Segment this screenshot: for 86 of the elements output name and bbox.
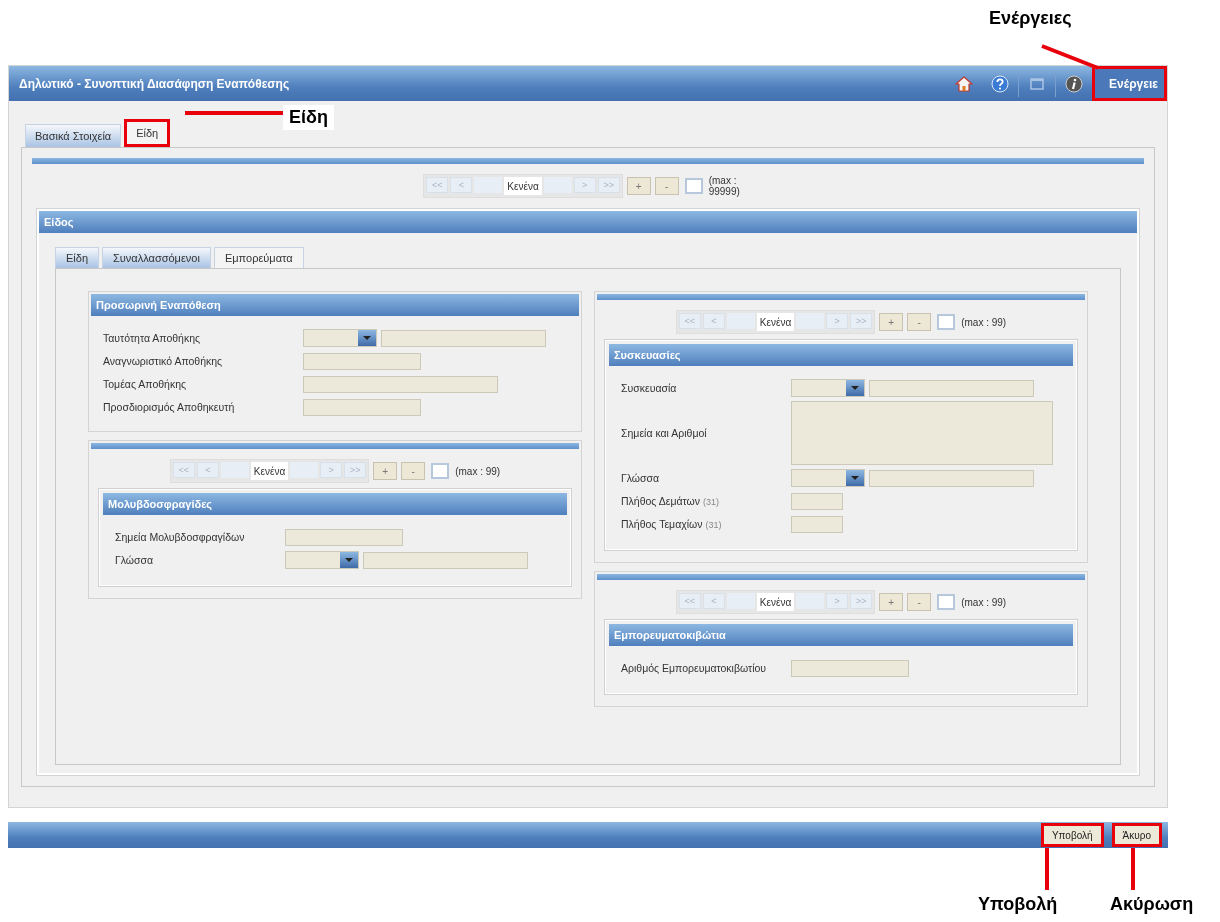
- form-button[interactable]: Άκυρο: [1111, 823, 1162, 847]
- field-label: Αριθμός Εμπορευματοκιβωτίου: [621, 662, 768, 674]
- pager-button[interactable]: >: [826, 313, 849, 329]
- page-field[interactable]: [937, 594, 956, 610]
- text-field[interactable]: [869, 379, 1034, 397]
- pager-button[interactable]: >: [573, 177, 596, 193]
- section-header: Προσωρινή Εναπόθεση: [91, 294, 579, 316]
- leader-line: [1045, 848, 1049, 890]
- pager-button[interactable]: <<: [172, 462, 195, 478]
- page-slot: [474, 177, 503, 193]
- field-label: Σημεία και Αριθμοί: [621, 427, 708, 439]
- tab[interactable]: Είδη: [124, 119, 171, 147]
- text-field[interactable]: [303, 398, 421, 416]
- pager-button[interactable]: >>: [850, 313, 873, 329]
- leader-line: [1131, 848, 1135, 890]
- field-label: Συσκευασία: [621, 382, 678, 394]
- text-field[interactable]: [285, 528, 403, 546]
- field-label: Πλήθος Δεμάτων (31): [621, 495, 720, 507]
- dropdown[interactable]: [303, 329, 377, 347]
- field-label: Γλώσσα: [621, 472, 661, 484]
- section-header: Εμπορευματοκιβώτια: [609, 624, 1073, 646]
- text-field[interactable]: [381, 329, 546, 347]
- text-field[interactable]: [791, 659, 909, 677]
- pager-button[interactable]: +: [373, 462, 398, 480]
- info-icon[interactable]: [1065, 74, 1084, 93]
- pager-button[interactable]: +: [879, 593, 904, 611]
- field-label: Προσδιορισμός Αποθηκευτή: [103, 401, 236, 413]
- max-label: (max : 99): [455, 465, 501, 477]
- home-icon[interactable]: [955, 74, 974, 93]
- max-label: (max : 99999): [708, 175, 741, 197]
- pager-button[interactable]: >: [320, 462, 343, 478]
- pager-button[interactable]: -: [907, 313, 932, 331]
- dropdown[interactable]: [791, 379, 865, 397]
- text-field[interactable]: [791, 515, 843, 533]
- pager-button[interactable]: <: [196, 462, 219, 478]
- pager-button[interactable]: >: [826, 593, 849, 609]
- field-label: Πλήθος Τεμαχίων (31): [621, 518, 723, 530]
- pager-current: Κενένα: [250, 462, 289, 480]
- field-label: Σημεία Μολυβδοσφραγίδων: [115, 531, 246, 543]
- leader-line: [1040, 44, 1100, 70]
- max-label: (max : 99): [961, 316, 1007, 328]
- tab[interactable]: Συναλλασσόμενοι: [102, 247, 211, 268]
- max-label: (max : 99): [961, 596, 1007, 608]
- tab[interactable]: Βασικά Στοιχεία: [25, 124, 122, 147]
- pager-button[interactable]: <<: [426, 177, 449, 193]
- section-header: Συσκευασίες: [609, 344, 1073, 366]
- field-label: Αναγνωριστικό Αποθήκης: [103, 355, 224, 367]
- pager-button[interactable]: +: [626, 177, 651, 195]
- pager-button[interactable]: <: [702, 313, 725, 329]
- field-label: Ταυτότητα Αποθήκης: [103, 332, 202, 344]
- pager-button[interactable]: +: [879, 313, 904, 331]
- pager-button[interactable]: -: [401, 462, 426, 480]
- dropdown[interactable]: [791, 469, 865, 487]
- text-field[interactable]: [303, 375, 498, 393]
- pager-current: Κενένα: [504, 177, 542, 195]
- page-field[interactable]: [937, 314, 956, 330]
- tab[interactable]: Είδη: [55, 247, 100, 268]
- page-slot: [543, 177, 572, 193]
- field-label: Γλώσσα: [115, 554, 155, 566]
- pager-button[interactable]: >>: [597, 177, 620, 193]
- dropdown[interactable]: [285, 551, 359, 569]
- pager-button[interactable]: <<: [678, 593, 701, 609]
- pager-current: Κενένα: [756, 313, 795, 331]
- field-label: Τομέας Αποθήκης: [103, 378, 188, 390]
- text-field[interactable]: [303, 352, 421, 370]
- pager-button[interactable]: >>: [344, 462, 367, 478]
- pager-button[interactable]: <: [702, 593, 725, 609]
- tab[interactable]: Εμπορεύματα: [213, 247, 304, 268]
- page-field[interactable]: [684, 178, 703, 194]
- pager-button[interactable]: >>: [850, 593, 873, 609]
- form-button[interactable]: Υποβολή: [1040, 823, 1104, 847]
- section-header: Μολυβδοσφραγίδες: [103, 493, 567, 515]
- section-header: Είδος: [39, 211, 1137, 233]
- actions-button[interactable]: Ενέργειε: [1092, 66, 1167, 101]
- text-field[interactable]: [869, 469, 1034, 487]
- page-field[interactable]: [431, 463, 450, 479]
- pager-button[interactable]: -: [907, 593, 932, 611]
- callout-label: Είδη: [283, 105, 334, 130]
- window-title: Δηλωτικό - Συνοπτική Διασάφηση Εναπόθεσης: [18, 76, 291, 91]
- text-field[interactable]: [363, 551, 528, 569]
- pager-button[interactable]: <<: [678, 313, 701, 329]
- pager-button[interactable]: <: [450, 177, 473, 193]
- pager-button[interactable]: -: [654, 177, 679, 195]
- help-icon[interactable]: [991, 74, 1010, 93]
- pager-current: Κενένα: [756, 593, 795, 611]
- text-field[interactable]: [791, 492, 843, 510]
